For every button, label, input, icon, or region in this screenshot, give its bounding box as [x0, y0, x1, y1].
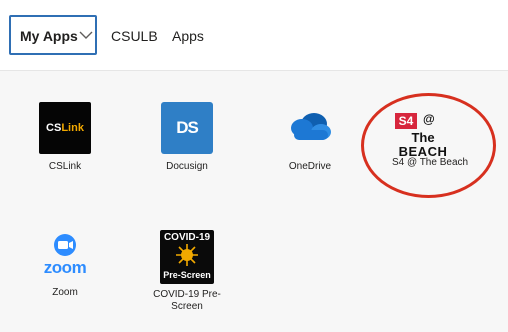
top-nav-bar: My Apps CSULB Apps: [0, 0, 508, 71]
tab-apps[interactable]: Apps: [172, 27, 204, 45]
docusign-logo-icon: DS: [161, 102, 213, 154]
cslink-logo-text-link: Link: [61, 122, 84, 134]
tab-csulb[interactable]: CSULB: [111, 27, 158, 45]
app-name-onedrive: OneDrive: [288, 161, 332, 172]
app-name-cslink: CSLink: [48, 161, 82, 172]
app-name-covid-prescreen: COVID-19 Pre-Screen: [153, 289, 221, 312]
covid-logo-top-text: COVID-19: [163, 232, 211, 243]
app-tile-onedrive[interactable]: OneDrive: [262, 102, 358, 172]
app-tile-cslink[interactable]: CSLink CSLink: [17, 102, 113, 172]
highlight-ring: [361, 93, 496, 198]
docusign-logo-text: DS: [176, 118, 199, 137]
chevron-down-icon[interactable]: [78, 27, 94, 43]
zoom-logo-icon: zoom: [35, 233, 95, 281]
tab-my-apps[interactable]: My Apps: [9, 15, 97, 55]
zoom-logo-word: zoom: [43, 258, 87, 277]
app-tile-docusign[interactable]: DS Docusign: [139, 102, 235, 172]
tab-my-apps-label: My Apps: [20, 28, 78, 44]
cslink-logo-text-cs: CS: [46, 122, 62, 134]
virus-icon: [176, 244, 198, 266]
app-name-docusign: Docusign: [166, 161, 208, 172]
cslink-logo-icon: CSLink: [39, 102, 91, 154]
covid-logo-bottom-text: Pre-Screen: [163, 270, 211, 280]
app-name-zoom: Zoom: [52, 287, 78, 298]
app-tile-covid-prescreen[interactable]: COVID-19 Pre-Screen COVID-19 Pre-Screen: [139, 230, 235, 316]
cloud-icon: [288, 110, 332, 142]
covid-prescreen-logo-icon: COVID-19 Pre-Screen: [160, 230, 214, 284]
